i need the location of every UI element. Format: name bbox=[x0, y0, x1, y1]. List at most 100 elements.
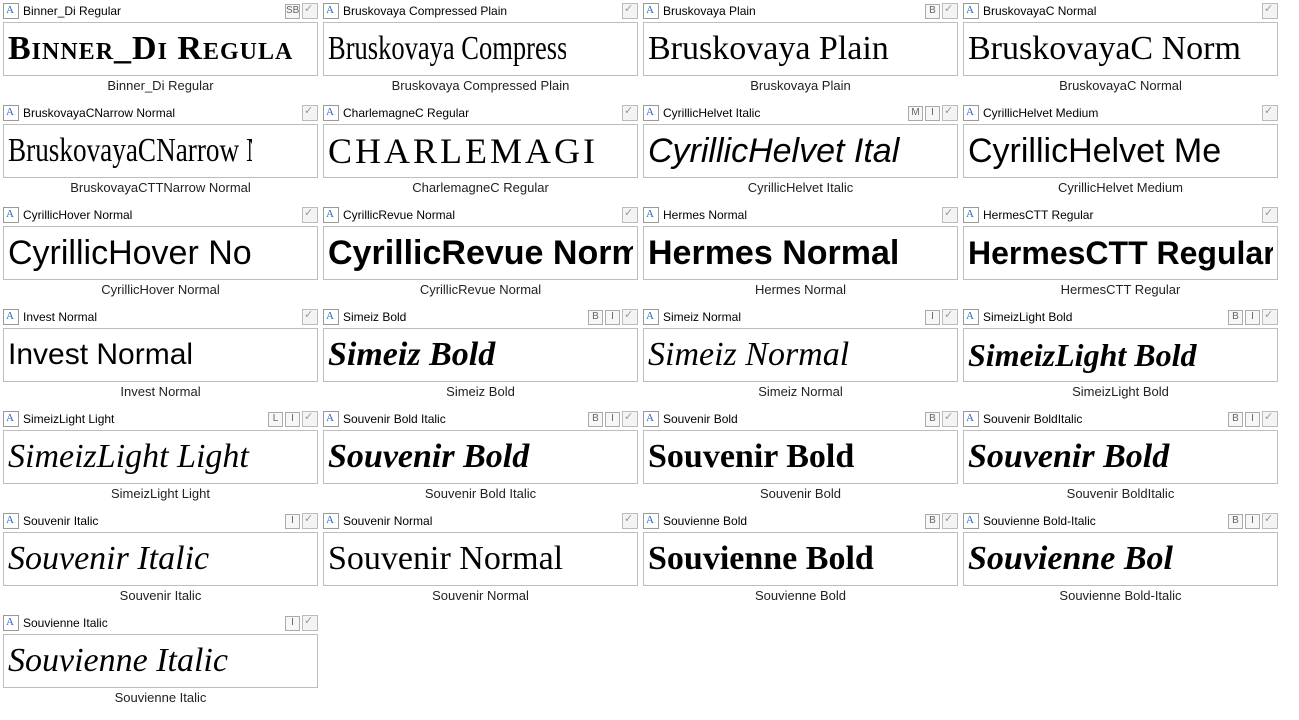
font-preview-text: Bruskovaya Compressed Pla bbox=[328, 27, 566, 71]
font-item[interactable]: Bruskovaya PlainBBruskovaya PlainBruskov… bbox=[643, 3, 958, 103]
font-enabled-checkbox[interactable] bbox=[1262, 513, 1278, 529]
font-enabled-checkbox[interactable] bbox=[622, 3, 638, 19]
font-preview[interactable]: CyrillicRevue Norm bbox=[323, 226, 638, 280]
font-type-icon bbox=[643, 105, 659, 121]
font-preview[interactable]: Souvenir Bold bbox=[963, 430, 1278, 484]
font-enabled-checkbox[interactable] bbox=[302, 513, 318, 529]
font-name-label: CharlemagneC Regular bbox=[341, 105, 618, 121]
font-preview[interactable]: CyrillicHelvet Me bbox=[963, 124, 1278, 178]
font-item[interactable]: Hermes NormalHermes NormalHermes Normal bbox=[643, 207, 958, 307]
font-item-header: CyrillicHelvet Medium bbox=[963, 105, 1278, 121]
font-preview[interactable]: HermesCTT Regular bbox=[963, 226, 1278, 280]
font-preview[interactable]: Simeiz Normal bbox=[643, 328, 958, 382]
font-type-icon bbox=[3, 105, 19, 121]
font-preview[interactable]: SimeizLight Light bbox=[3, 430, 318, 484]
font-preview[interactable]: Bruskovaya Plain bbox=[643, 22, 958, 76]
font-item[interactable]: Souvienne BoldBSouvienne BoldSouvienne B… bbox=[643, 513, 958, 613]
font-item[interactable]: Souvienne ItalicISouvienne ItalicSouvien… bbox=[3, 615, 318, 715]
font-item[interactable]: HermesCTT RegularHermesCTT RegularHermes… bbox=[963, 207, 1278, 307]
style-badge: B bbox=[1228, 514, 1243, 529]
font-enabled-checkbox[interactable] bbox=[942, 207, 958, 223]
font-item[interactable]: Souvenir BoldItalicBISouvenir BoldSouven… bbox=[963, 411, 1278, 511]
font-preview[interactable]: Souvienne Bol bbox=[963, 532, 1278, 586]
font-name-label: Binner_Di Regular bbox=[21, 3, 283, 19]
font-preview-text: CyrillicHelvet Ital bbox=[648, 129, 953, 173]
font-enabled-checkbox[interactable] bbox=[942, 411, 958, 427]
font-enabled-checkbox[interactable] bbox=[302, 3, 318, 19]
font-enabled-checkbox[interactable] bbox=[622, 309, 638, 325]
font-caption: BruskovayaCTTNarrow Normal bbox=[3, 180, 318, 198]
font-preview[interactable]: CyrillicHelvet Ital bbox=[643, 124, 958, 178]
font-caption: BruskovayaC Normal bbox=[963, 78, 1278, 96]
font-preview[interactable]: Souvenir Normal bbox=[323, 532, 638, 586]
font-preview[interactable]: Souvenir Italic bbox=[3, 532, 318, 586]
font-item[interactable]: Simeiz BoldBISimeiz BoldSimeiz Bold bbox=[323, 309, 638, 409]
font-preview[interactable]: BruskovayaC Norm bbox=[963, 22, 1278, 76]
font-name-label: CyrillicHover Normal bbox=[21, 207, 298, 223]
style-badge: B bbox=[1228, 310, 1243, 325]
style-badge: I bbox=[605, 310, 620, 325]
font-enabled-checkbox[interactable] bbox=[302, 207, 318, 223]
font-item[interactable]: CyrillicHelvet MediumCyrillicHelvet MeCy… bbox=[963, 105, 1278, 205]
font-enabled-checkbox[interactable] bbox=[1262, 411, 1278, 427]
font-item[interactable]: CyrillicRevue NormalCyrillicRevue NormCy… bbox=[323, 207, 638, 307]
font-enabled-checkbox[interactable] bbox=[942, 513, 958, 529]
font-preview[interactable]: Souvienne Italic bbox=[3, 634, 318, 688]
font-enabled-checkbox[interactable] bbox=[302, 411, 318, 427]
style-badge: SB bbox=[285, 4, 300, 19]
font-enabled-checkbox[interactable] bbox=[622, 513, 638, 529]
font-preview[interactable]: Binner_Di Regula bbox=[3, 22, 318, 76]
font-enabled-checkbox[interactable] bbox=[1262, 105, 1278, 121]
font-item-header: Invest Normal bbox=[3, 309, 318, 325]
font-item[interactable]: Binner_Di RegularSBBinner_Di RegulaBinne… bbox=[3, 3, 318, 103]
font-type-icon bbox=[963, 105, 979, 121]
font-enabled-checkbox[interactable] bbox=[302, 105, 318, 121]
font-preview[interactable]: Simeiz Bold bbox=[323, 328, 638, 382]
font-enabled-checkbox[interactable] bbox=[622, 105, 638, 121]
font-item[interactable]: Souvenir BoldBSouvenir BoldSouvenir Bold bbox=[643, 411, 958, 511]
font-enabled-checkbox[interactable] bbox=[942, 3, 958, 19]
font-preview[interactable]: CyrillicHover No bbox=[3, 226, 318, 280]
font-name-label: Souvenir Italic bbox=[21, 513, 283, 529]
font-preview[interactable]: Souvenir Bold bbox=[643, 430, 958, 484]
font-enabled-checkbox[interactable] bbox=[942, 105, 958, 121]
font-item[interactable]: Bruskovaya Compressed Plain Bruskovaya Co… bbox=[323, 3, 638, 103]
font-item[interactable]: Souvenir ItalicISouvenir ItalicSouvenir … bbox=[3, 513, 318, 613]
font-preview[interactable]: BruskovayaCNarrow Norma bbox=[3, 124, 318, 178]
font-preview[interactable]: CHARLEMAGI bbox=[323, 124, 638, 178]
font-preview[interactable]: Bruskovaya Compressed Pla bbox=[323, 22, 638, 76]
font-item[interactable]: Souvenir NormalSouvenir NormalSouvenir N… bbox=[323, 513, 638, 613]
font-preview-text: SimeizLight Light bbox=[8, 435, 313, 479]
font-item[interactable]: SimeizLight LightLISimeizLight LightSime… bbox=[3, 411, 318, 511]
font-item-header: Bruskovaya Compressed Plain bbox=[323, 3, 638, 19]
font-caption: CharlemagneC Regular bbox=[323, 180, 638, 198]
font-enabled-checkbox[interactable] bbox=[622, 411, 638, 427]
font-item[interactable]: Simeiz NormalISimeiz NormalSimeiz Normal bbox=[643, 309, 958, 409]
font-item[interactable]: SimeizLight BoldBISimeizLight BoldSimeiz… bbox=[963, 309, 1278, 409]
font-name-label: BruskovayaC Normal bbox=[981, 3, 1258, 19]
font-enabled-checkbox[interactable] bbox=[302, 615, 318, 631]
font-preview[interactable]: Souvienne Bold bbox=[643, 532, 958, 586]
font-type-icon bbox=[963, 3, 979, 19]
font-enabled-checkbox[interactable] bbox=[1262, 309, 1278, 325]
font-item[interactable]: CyrillicHelvet ItalicMICyrillicHelvet It… bbox=[643, 105, 958, 205]
font-item[interactable]: CharlemagneC Regular CHARLEMAGI Charlemagn… bbox=[323, 105, 638, 205]
font-item[interactable]: Souvienne Bold-ItalicBISouvienne BolSouv… bbox=[963, 513, 1278, 613]
font-preview[interactable]: Hermes Normal bbox=[643, 226, 958, 280]
font-preview-text: Hermes Normal bbox=[648, 231, 953, 275]
font-item[interactable]: CyrillicHover NormalCyrillicHover NoCyri… bbox=[3, 207, 318, 307]
font-preview[interactable]: Invest Normal bbox=[3, 328, 318, 382]
font-item[interactable]: BruskovayaCNarrow NormalBruskovayaCNarro… bbox=[3, 105, 318, 205]
font-enabled-checkbox[interactable] bbox=[302, 309, 318, 325]
font-enabled-checkbox[interactable] bbox=[1262, 3, 1278, 19]
style-badge: B bbox=[925, 514, 940, 529]
font-item[interactable]: Invest NormalInvest NormalInvest Normal bbox=[3, 309, 318, 409]
font-item-header: Bruskovaya PlainB bbox=[643, 3, 958, 19]
font-enabled-checkbox[interactable] bbox=[942, 309, 958, 325]
font-preview[interactable]: Souvenir Bold bbox=[323, 430, 638, 484]
font-item[interactable]: Souvenir Bold ItalicBISouvenir BoldSouve… bbox=[323, 411, 638, 511]
font-enabled-checkbox[interactable] bbox=[622, 207, 638, 223]
font-preview[interactable]: SimeizLight Bold bbox=[963, 328, 1278, 382]
font-item[interactable]: BruskovayaC Normal BruskovayaC Norm Brusko… bbox=[963, 3, 1278, 103]
font-enabled-checkbox[interactable] bbox=[1262, 207, 1278, 223]
